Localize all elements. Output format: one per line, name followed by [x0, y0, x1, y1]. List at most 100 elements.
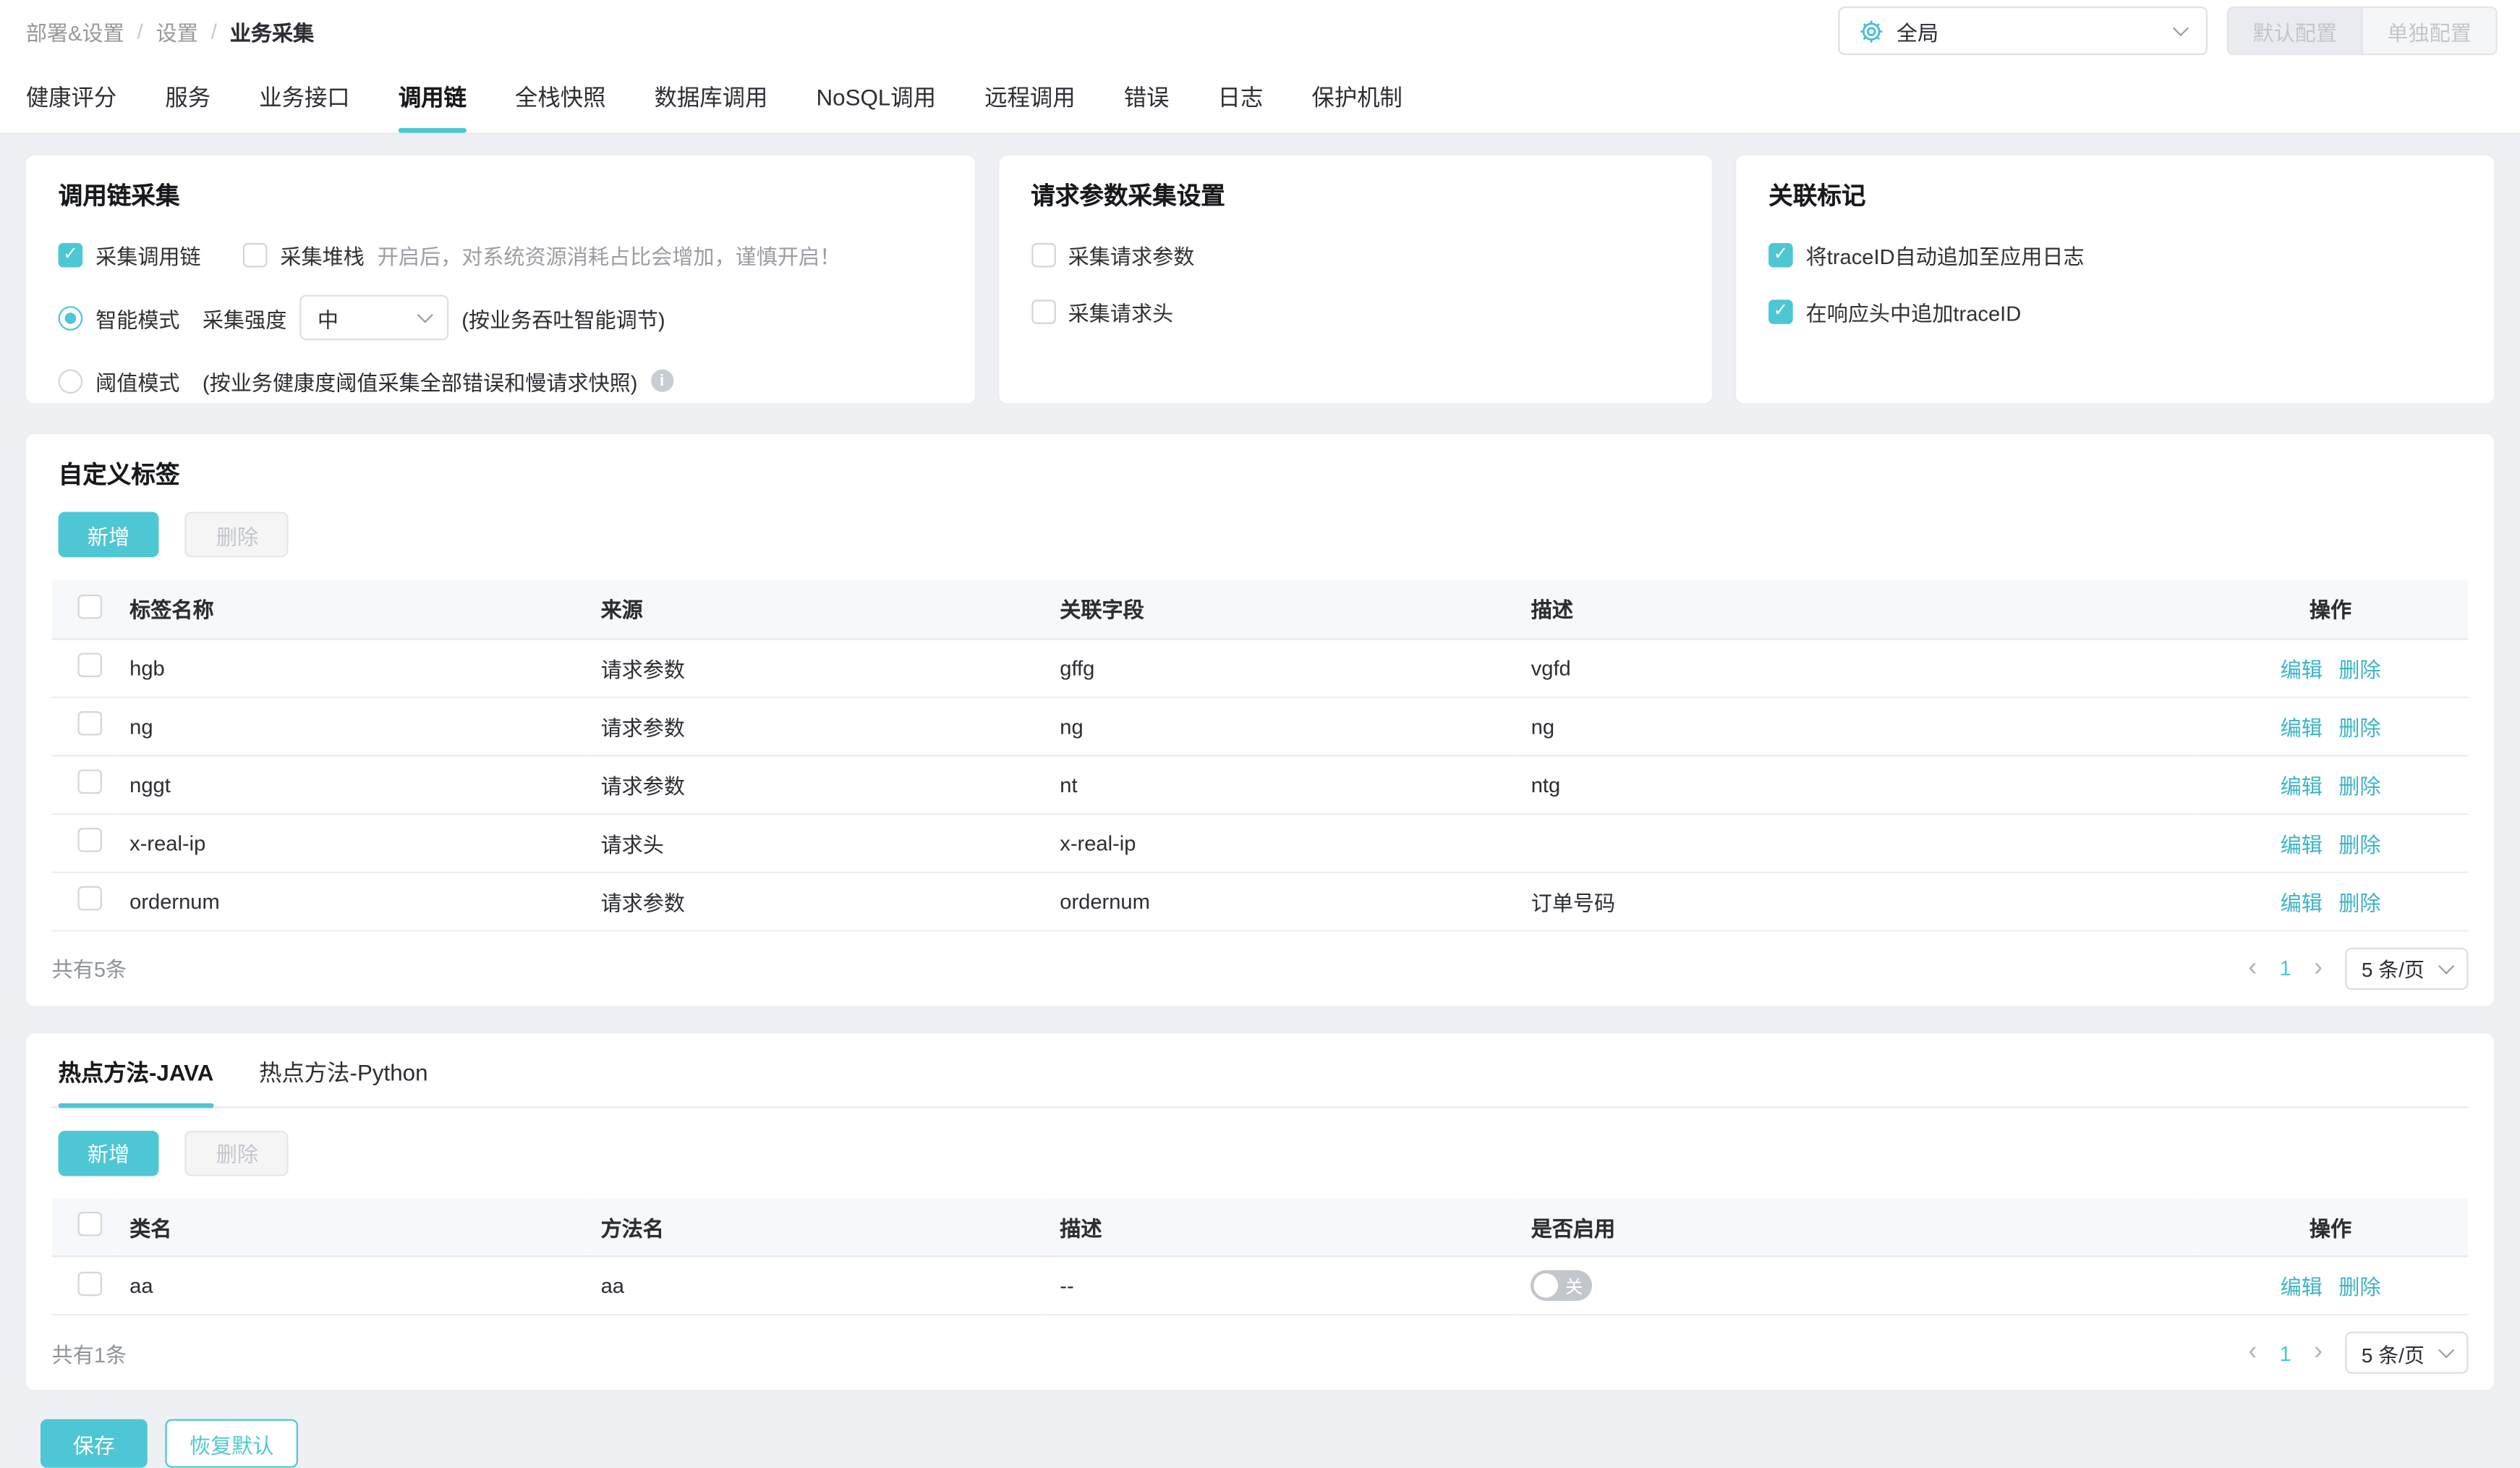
delete-link[interactable]: 删除: [2338, 832, 2380, 857]
delete-link[interactable]: 删除: [2338, 657, 2380, 682]
delete-link[interactable]: 删除: [2338, 716, 2380, 740]
trace-mark-panel: 关联标记 ✓ 将traceID自动追加至应用日志 ✓ 在响应头中追加traceI…: [1734, 153, 2496, 405]
threshold-mode-radio[interactable]: [58, 368, 83, 393]
table-header-row: 标签名称 来源 关联字段 描述 操作: [51, 580, 2469, 640]
table-header-row: 类名 方法名 描述 是否启用 操作: [51, 1197, 2469, 1257]
page-size-select[interactable]: 5 条/页: [2345, 1331, 2469, 1374]
row-checkbox[interactable]: [77, 828, 103, 852]
save-button[interactable]: 保存: [40, 1419, 148, 1468]
next-page-button[interactable]: ›: [2314, 1339, 2323, 1366]
settings-cards-row: 调用链采集 ✓ 采集调用链 采集堆栈 开启后，对系统资源消耗占比会增加，谨慎开启…: [24, 153, 2496, 405]
edit-link[interactable]: 编辑: [2281, 716, 2323, 740]
current-page[interactable]: 1: [2280, 1341, 2291, 1365]
add-method-button[interactable]: 新增: [58, 1129, 159, 1176]
custom-tags-table: 标签名称 来源 关联字段 描述 操作 hgb 请求参数 gffg vgfd 编辑 删除 ng…: [51, 580, 2469, 931]
subtab-热点方法-JAVA[interactable]: 热点方法-JAVA: [58, 1056, 213, 1108]
current-page[interactable]: 1: [2280, 956, 2291, 980]
tab-NoSQL调用[interactable]: NoSQL调用: [817, 61, 937, 133]
tab-远程调用[interactable]: 远程调用: [984, 61, 1075, 133]
tab-错误[interactable]: 错误: [1124, 61, 1170, 133]
panel-title: 关联标记: [1768, 183, 1866, 211]
tag-name-cell: ng: [116, 696, 588, 756]
delete-link[interactable]: 删除: [2338, 773, 2380, 798]
footer-actions: 保存 恢复默认: [25, 1416, 2496, 1468]
tab-服务[interactable]: 服务: [165, 61, 210, 133]
tab-日志[interactable]: 日志: [1218, 61, 1264, 133]
separate-config-button[interactable]: 单独配置: [2362, 8, 2496, 54]
stack-hint: 开启后，对系统资源消耗占比会增加，谨慎开启！: [377, 243, 841, 268]
smart-mode-hint: (按业务吞吐智能调节): [461, 307, 665, 331]
edit-link[interactable]: 编辑: [2281, 657, 2323, 682]
top-bar: 部署&设置 / 设置 / 业务采集 全局 默认配置 单独配置: [0, 0, 2520, 62]
subtab-热点方法-Python[interactable]: 热点方法-Python: [259, 1056, 427, 1106]
traceid-log-checkbox[interactable]: ✓: [1768, 242, 1793, 267]
collect-stack-checkbox[interactable]: [242, 242, 268, 267]
tab-全栈快照[interactable]: 全栈快照: [515, 61, 605, 133]
tag-desc-cell: [1517, 813, 2193, 873]
breadcrumb-item[interactable]: 设置: [156, 15, 198, 46]
select-all-checkbox[interactable]: [77, 1212, 103, 1236]
traceid-response-label: 在响应头中追加traceID: [1805, 300, 2022, 325]
prev-page-button[interactable]: ‹: [2248, 1339, 2257, 1366]
panel-title: 请求参数采集设置: [1031, 183, 1225, 211]
threshold-mode-label: 阈值模式: [95, 370, 180, 395]
column-header: 标签名称: [116, 580, 588, 640]
tag-desc-cell: vgfd: [1517, 638, 2193, 697]
smart-mode-radio[interactable]: [58, 305, 83, 330]
row-checkbox[interactable]: [77, 769, 103, 794]
tag-field-cell: ng: [1047, 696, 1518, 756]
column-header: 操作: [2192, 580, 2469, 640]
select-all-checkbox[interactable]: [77, 594, 103, 619]
tab-业务接口[interactable]: 业务接口: [259, 61, 349, 133]
request-params-panel: 请求参数采集设置 采集请求参数 采集请求头: [997, 153, 1714, 405]
tag-field-cell: gffg: [1047, 638, 1518, 697]
delete-link[interactable]: 删除: [2338, 890, 2380, 915]
delete-method-button[interactable]: 删除: [185, 1129, 289, 1176]
next-page-button[interactable]: ›: [2314, 954, 2323, 981]
edit-link[interactable]: 编辑: [2281, 773, 2323, 798]
tab-健康评分[interactable]: 健康评分: [26, 61, 116, 133]
gear-icon: [1860, 20, 1883, 42]
row-checkbox[interactable]: [77, 653, 103, 677]
edit-link[interactable]: 编辑: [2281, 890, 2323, 915]
breadcrumb-item[interactable]: 部署&设置: [26, 15, 124, 46]
smart-mode-label: 智能模式: [95, 307, 180, 331]
default-config-button[interactable]: 默认配置: [2228, 8, 2363, 54]
toggle-knob: [1534, 1273, 1559, 1298]
collect-stack-label: 采集堆栈: [280, 243, 365, 268]
table-row: ordernum 请求参数 ordernum 订单号码 编辑 删除: [51, 871, 2469, 931]
breadcrumb-separator: /: [137, 18, 143, 43]
row-checkbox[interactable]: [77, 1270, 103, 1296]
page-size-select[interactable]: 5 条/页: [2345, 946, 2469, 989]
row-checkbox[interactable]: [77, 886, 103, 911]
delete-tag-button[interactable]: 删除: [185, 512, 289, 558]
tag-source-cell: 请求头: [587, 813, 1047, 873]
table-row: aa aa -- 关编辑 删除: [51, 1256, 2469, 1316]
enable-toggle[interactable]: 关: [1531, 1270, 1593, 1301]
panel-title: 调用链采集: [58, 183, 180, 211]
table-row: hgb 请求参数 gffg vgfd 编辑 删除: [51, 638, 2469, 697]
intensity-select[interactable]: 中: [299, 294, 449, 341]
collect-request-params-checkbox[interactable]: [1031, 242, 1055, 267]
row-checkbox[interactable]: [77, 710, 103, 736]
method-name-cell: aa: [587, 1256, 1047, 1316]
tab-保护机制[interactable]: 保护机制: [1311, 61, 1402, 133]
edit-link[interactable]: 编辑: [2281, 832, 2323, 857]
prev-page-button[interactable]: ‹: [2248, 954, 2257, 981]
edit-link[interactable]: 编辑: [2281, 1275, 2323, 1299]
add-tag-button[interactable]: 新增: [58, 512, 159, 558]
tag-name-cell: ordernum: [116, 871, 588, 931]
delete-link[interactable]: 删除: [2338, 1275, 2380, 1299]
scope-select[interactable]: 全局: [1838, 6, 2208, 56]
tab-数据库调用[interactable]: 数据库调用: [655, 61, 768, 133]
page-size-value: 5 条/页: [2361, 1344, 2425, 1367]
collect-trace-checkbox[interactable]: ✓: [58, 242, 83, 267]
chevron-down-icon: [417, 307, 433, 323]
collect-request-headers-checkbox[interactable]: [1031, 299, 1055, 323]
tab-调用链[interactable]: 调用链: [398, 61, 467, 133]
total-count: 共有1条: [51, 1342, 127, 1367]
traceid-response-checkbox[interactable]: ✓: [1768, 299, 1793, 323]
info-icon[interactable]: i: [650, 369, 673, 392]
pagination: ‹ 1 › 5 条/页: [2248, 946, 2469, 989]
reset-default-button[interactable]: 恢复默认: [165, 1419, 299, 1468]
